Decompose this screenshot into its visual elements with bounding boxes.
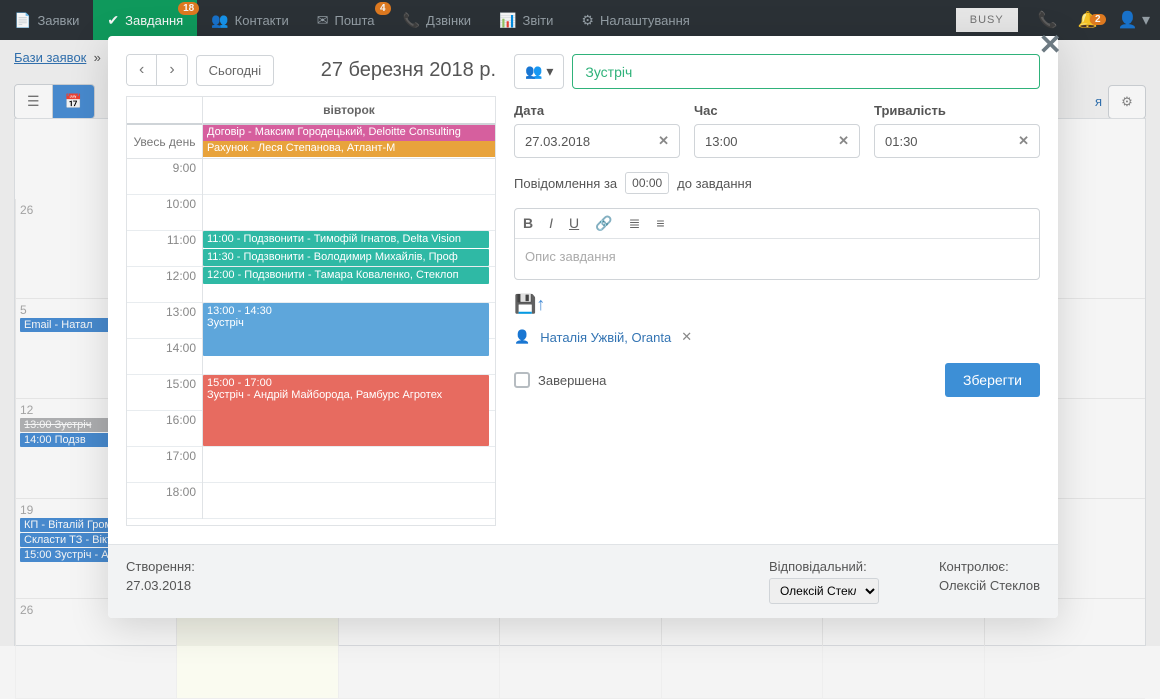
task-type-btn[interactable]: 👥 ▾ [514,54,564,89]
description-editor: B I U 🔗 ≣ ≡ Опис завдання [514,208,1040,280]
reminder-row: Повідомлення за 00:00 до завдання [514,172,1040,194]
participant-link[interactable]: Наталія Ужвій, Oranta [540,330,671,345]
day-calendar: ‹ › Сьогодні 27 березня 2018 р. Увесь де… [126,54,496,526]
weekday-header: вівторок [203,97,495,125]
created-value: 27.03.2018 [126,578,195,593]
completed-checkbox[interactable]: Завершена [514,372,606,388]
reminder-input[interactable]: 00:00 [625,172,669,194]
link-icon[interactable]: 🔗 [595,215,612,232]
day-event[interactable]: 11:00 - Подзвонити - Тимофій Ігнатов, De… [203,231,489,248]
responsible-label: Відповідальний: [769,559,879,574]
ul-icon[interactable]: ≣ [629,215,641,232]
day-event[interactable]: 12:00 - Подзвонити - Тамара Коваленко, С… [203,267,489,284]
checkbox-icon [514,372,530,388]
underline-icon[interactable]: U [569,215,579,232]
controller-label: Контролює: [939,559,1040,574]
controller-value: Олексій Стеклов [939,578,1040,593]
hours-zone[interactable]: 11:00 - Подзвонити - Тимофій Ігнатов, De… [203,159,495,519]
save-attach-icon: 💾↑ [514,294,545,314]
clear-duration-icon[interactable]: ✕ [1018,133,1029,149]
day-event[interactable]: 13:00 - 14:30 Зустріч [203,303,489,356]
day-prev-btn[interactable]: ‹ [127,55,156,85]
task-title-input[interactable] [572,54,1040,89]
responsible-select[interactable]: Олексій Стекл [769,578,879,604]
clear-date-icon[interactable]: ✕ [658,133,669,149]
remove-participant-icon[interactable]: ✕ [681,329,692,345]
task-form: 👥 ▾ Дата 27.03.2018✕ Час 13:00✕ Триваліс… [514,54,1040,526]
allday-event[interactable]: Рахунок - Леся Степанова, Атлант-М [203,141,495,157]
italic-icon[interactable]: I [549,215,553,232]
day-event[interactable]: 15:00 - 17:00 Зустріч - Андрій Майборода… [203,375,489,446]
attach-button[interactable]: 💾↑ [514,294,1040,315]
created-label: Створення: [126,559,195,574]
duration-label: Тривалість [874,103,1040,118]
description-body[interactable]: Опис завдання [515,239,1039,279]
person-icon: 👤 [514,329,530,345]
bold-icon[interactable]: B [523,215,533,232]
save-button[interactable]: Зберегти [945,363,1040,397]
duration-input[interactable]: 01:30✕ [874,124,1040,158]
day-event[interactable]: 11:30 - Подзвонити - Володимир Михайлів,… [203,249,489,266]
allday-label: Увесь день [127,125,202,159]
allday-event[interactable]: Договір - Максим Городецький, Deloitte C… [203,125,495,141]
allday-zone[interactable]: Договір - Максим Городецький, Deloitte C… [203,125,495,159]
time-label: Час [694,103,860,118]
day-next-btn[interactable]: › [156,55,186,85]
users-icon: 👥 [525,63,542,79]
today-btn[interactable]: Сьогодні [196,55,274,86]
modal-footer: Створення: 27.03.2018 Відповідальний: Ол… [108,544,1058,618]
date-label: Дата [514,103,680,118]
time-input[interactable]: 13:00✕ [694,124,860,158]
day-title: 27 березня 2018 р. [321,59,496,82]
ol-icon[interactable]: ≡ [656,215,664,232]
clear-time-icon[interactable]: ✕ [838,133,849,149]
close-icon[interactable]: ✕ [1039,28,1062,61]
date-input[interactable]: 27.03.2018✕ [514,124,680,158]
task-modal: ✕ ‹ › Сьогодні 27 березня 2018 р. Увесь … [108,36,1058,618]
